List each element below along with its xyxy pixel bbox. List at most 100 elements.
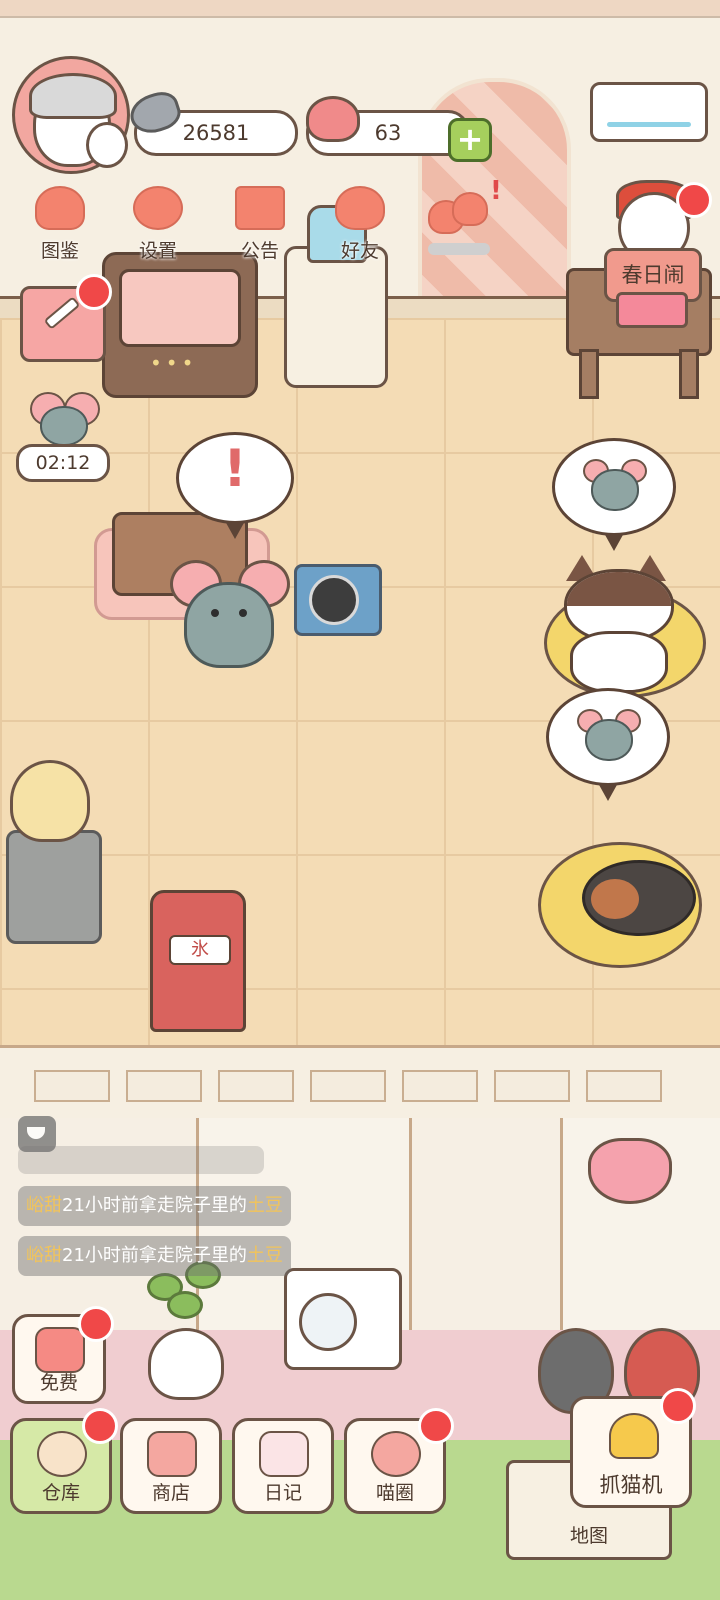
cat-patch bbox=[567, 572, 671, 606]
fan-icon bbox=[299, 1293, 357, 1351]
gear-icon bbox=[133, 186, 183, 230]
claw-machine-label: 抓猫机 bbox=[599, 1473, 663, 1497]
heart-icon bbox=[452, 192, 488, 226]
chat-text: 21小时前拿走院子里的 bbox=[62, 1245, 247, 1266]
avatar-hair bbox=[29, 73, 117, 119]
stove[interactable] bbox=[6, 830, 102, 944]
television[interactable]: ••• bbox=[102, 252, 258, 398]
mini-mouse-body bbox=[585, 719, 633, 761]
map-label: 地图 bbox=[569, 1525, 608, 1547]
shop-button[interactable]: 商店 bbox=[120, 1418, 222, 1514]
add-hearts-button[interactable]: + bbox=[448, 118, 492, 162]
calico-cat[interactable] bbox=[556, 555, 674, 693]
ceiling-trim bbox=[0, 0, 720, 18]
notification-dot bbox=[660, 1388, 696, 1424]
announcement-label: 公告 bbox=[240, 240, 279, 262]
shop-icon bbox=[147, 1431, 197, 1477]
mouse-thought-bubble[interactable] bbox=[552, 438, 676, 536]
alert-speech-bubble[interactable]: ! bbox=[176, 432, 294, 524]
beam-panel bbox=[310, 1070, 386, 1102]
shaved-ice-machine[interactable]: 氷 bbox=[150, 890, 246, 1032]
beam-panel bbox=[586, 1070, 662, 1102]
timer-value: 02:12 bbox=[16, 444, 110, 482]
cat-body bbox=[570, 631, 668, 693]
heart-bunny-sign[interactable] bbox=[588, 1138, 672, 1204]
diary-button[interactable]: 日记 bbox=[232, 1418, 334, 1514]
cat-body bbox=[582, 860, 696, 936]
settings-button[interactable]: 设置 bbox=[118, 186, 198, 264]
kettle[interactable] bbox=[10, 760, 90, 842]
mouse-thought-bubble[interactable] bbox=[546, 688, 670, 786]
diary-label: 日记 bbox=[263, 1482, 302, 1504]
spring-event-button[interactable]: 春日闹 bbox=[604, 180, 702, 334]
outdoor-ac-unit[interactable] bbox=[284, 1268, 402, 1370]
handbook-label: 图鉴 bbox=[40, 240, 79, 262]
record-player[interactable] bbox=[294, 564, 382, 636]
bunny-icon bbox=[86, 122, 128, 168]
air-conditioner[interactable] bbox=[590, 82, 708, 142]
leaf bbox=[167, 1291, 203, 1319]
chat-user: 峪甜 bbox=[26, 1195, 62, 1216]
mouse-timer[interactable]: 02:12 bbox=[16, 392, 110, 482]
beam-panel bbox=[494, 1070, 570, 1102]
storage-pot-icon bbox=[37, 1431, 87, 1477]
mouse-icon bbox=[583, 459, 647, 511]
ice-machine-label: 氷 bbox=[169, 935, 231, 965]
sleeping-cat[interactable] bbox=[582, 850, 696, 936]
alert-mark: ! bbox=[223, 439, 247, 499]
mouse-body bbox=[184, 582, 274, 668]
desk-leg bbox=[679, 349, 699, 399]
mouse-eye bbox=[211, 609, 219, 617]
chat-item: 土豆 bbox=[246, 1245, 283, 1266]
heart-face-icon bbox=[306, 96, 360, 142]
love-progress-bar bbox=[428, 243, 490, 255]
notification-dot bbox=[418, 1408, 454, 1444]
chat-text: 21小时前拿走院子里的 bbox=[62, 1195, 247, 1216]
diary-book-icon bbox=[259, 1431, 309, 1477]
heart-face-icon bbox=[35, 1327, 85, 1373]
cat-planet-icon bbox=[371, 1431, 421, 1477]
love-alert-mark: ! bbox=[490, 176, 502, 206]
vinyl-record bbox=[309, 575, 359, 625]
notification-dot bbox=[78, 1306, 114, 1342]
cat-spot bbox=[591, 879, 639, 919]
beam-panel bbox=[402, 1070, 478, 1102]
mini-mouse-body bbox=[591, 469, 639, 511]
mouse-icon bbox=[577, 709, 641, 761]
beam-panel bbox=[218, 1070, 294, 1102]
claw-icon bbox=[609, 1413, 659, 1459]
cat-head-icon bbox=[35, 186, 85, 230]
event-drawer bbox=[616, 292, 688, 328]
chat-item: 土豆 bbox=[246, 1195, 283, 1216]
chat-line: 峪甜21小时前拿走院子里的土豆 bbox=[18, 1236, 291, 1276]
free-label: 免费 bbox=[39, 1372, 78, 1394]
gift-icon bbox=[235, 186, 285, 230]
settings-label: 设置 bbox=[138, 240, 177, 262]
chat-line: 峪甜21小时前拿走院子里的土豆 bbox=[18, 1186, 291, 1226]
water-dispenser[interactable] bbox=[284, 205, 388, 388]
tv-screen bbox=[119, 269, 241, 347]
handbook-button[interactable]: 图鉴 bbox=[20, 186, 100, 264]
mouse-icon bbox=[26, 392, 100, 448]
mouse-eye bbox=[239, 609, 247, 617]
warehouse-label: 仓库 bbox=[41, 1482, 80, 1504]
mini-mouse-body bbox=[40, 406, 88, 446]
desk-leg bbox=[579, 349, 599, 399]
chat-line-faded bbox=[18, 1146, 264, 1174]
friends-label: 好友 bbox=[340, 240, 379, 262]
friends-icon bbox=[335, 186, 385, 230]
friends-button[interactable]: 好友 bbox=[320, 186, 400, 264]
notification-dot bbox=[676, 182, 712, 218]
potted-plant[interactable] bbox=[147, 1261, 224, 1400]
notification-dot bbox=[76, 274, 112, 310]
chat-user: 峪甜 bbox=[26, 1245, 62, 1266]
love-button[interactable] bbox=[428, 190, 490, 238]
mouse-character[interactable] bbox=[170, 560, 290, 668]
game-scene: { "hud": { "coins": "26581", "hearts": "… bbox=[0, 0, 720, 1600]
notification-dot bbox=[82, 1408, 118, 1444]
announcement-button[interactable]: 公告 bbox=[220, 186, 300, 264]
tv-buttons: ••• bbox=[150, 351, 198, 375]
beam-panel bbox=[126, 1070, 202, 1102]
shop-label: 商店 bbox=[151, 1482, 190, 1504]
beam-panel bbox=[34, 1070, 110, 1102]
